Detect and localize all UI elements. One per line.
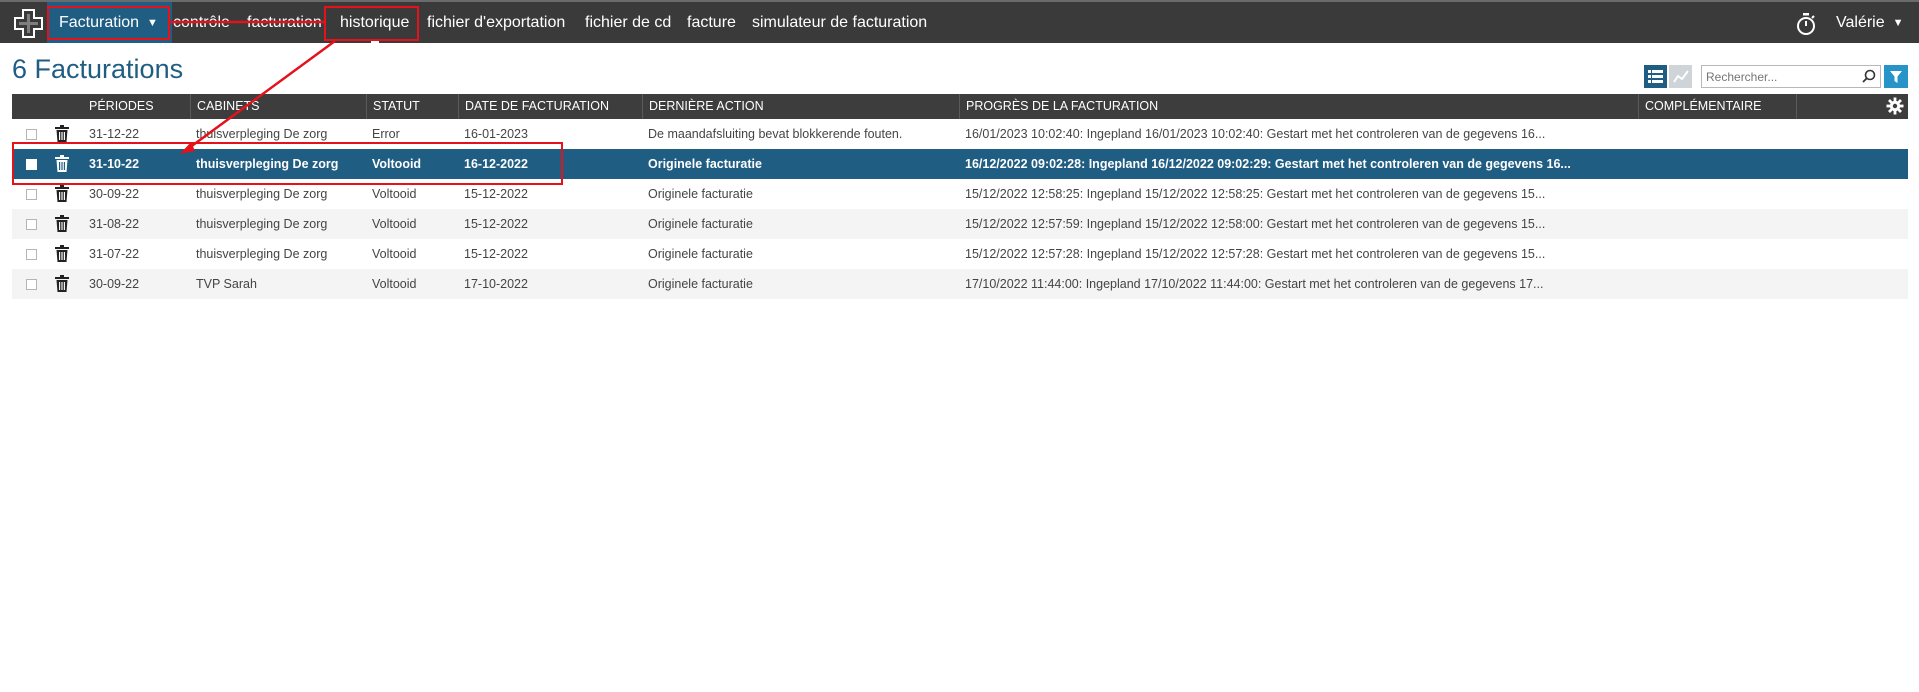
table-row[interactable]: 31-08-22 thuisverpleging De zorg Voltooi… bbox=[12, 209, 1908, 239]
line-chart-icon bbox=[1672, 70, 1689, 83]
filter-icon bbox=[1890, 70, 1902, 83]
annotation-box-selected-row bbox=[12, 142, 563, 185]
column-header-derniere-action[interactable]: DERNIÈRE ACTION bbox=[642, 94, 764, 119]
billing-history-table: PÉRIODES CABINETS STATUT DATE DE FACTURA… bbox=[12, 94, 1908, 299]
row-checkbox[interactable] bbox=[26, 189, 37, 200]
row-checkbox[interactable] bbox=[26, 129, 37, 140]
trash-icon[interactable] bbox=[55, 275, 69, 292]
list-grid-icon bbox=[1648, 70, 1663, 83]
cell-action: Originele facturatie bbox=[648, 187, 753, 201]
annotation-box-facturation bbox=[47, 6, 170, 40]
cell-progres: 16/12/2022 09:02:28: Ingepland 16/12/202… bbox=[965, 157, 1571, 171]
top-nav-bar: Facturation ▼ contrôle facturation histor… bbox=[0, 0, 1919, 45]
cell-action: De maandafsluiting bevat blokkerende fou… bbox=[648, 127, 903, 141]
trash-icon[interactable] bbox=[55, 245, 69, 262]
column-header-complementaire[interactable]: COMPLÉMENTAIRE bbox=[1638, 94, 1761, 119]
nav-fichier-cd[interactable]: fichier de cd bbox=[585, 2, 671, 43]
cell-periode: 31-08-22 bbox=[89, 217, 140, 231]
cell-cabinet: TVP Sarah bbox=[196, 277, 257, 291]
cell-progres: 15/12/2022 12:58:25: Ingepland 15/12/202… bbox=[965, 187, 1546, 201]
user-name: Valérie bbox=[1836, 14, 1885, 31]
gear-icon[interactable] bbox=[1886, 97, 1904, 115]
user-menu[interactable]: Valérie ▼ bbox=[1836, 2, 1904, 43]
nav-facturation[interactable]: facturation bbox=[247, 2, 322, 43]
cell-cabinet: thuisverpleging De zorg bbox=[196, 247, 328, 261]
nav-fichier-exportation[interactable]: fichier d'exportation bbox=[427, 2, 565, 43]
table-row[interactable]: 31-07-22 thuisverpleging De zorg Voltooi… bbox=[12, 239, 1908, 269]
stopwatch-icon[interactable] bbox=[1795, 12, 1817, 36]
search-input[interactable] bbox=[1702, 66, 1852, 87]
chart-view-button[interactable] bbox=[1669, 65, 1692, 88]
column-header-progres[interactable]: PROGRÈS DE LA FACTURATION bbox=[959, 94, 1158, 119]
table-header: PÉRIODES CABINETS STATUT DATE DE FACTURA… bbox=[12, 94, 1908, 119]
search-icon[interactable] bbox=[1862, 69, 1876, 83]
cell-progres: 17/10/2022 11:44:00: Ingepland 17/10/202… bbox=[965, 277, 1544, 291]
column-header-cabinets[interactable]: CABINETS bbox=[190, 94, 260, 119]
row-checkbox[interactable] bbox=[26, 279, 37, 290]
app-logo-icon[interactable] bbox=[13, 8, 44, 39]
cell-date: 17-10-2022 bbox=[464, 277, 528, 291]
cell-statut: Voltooid bbox=[372, 247, 417, 261]
column-header-statut[interactable]: STATUT bbox=[366, 94, 420, 119]
cell-statut: Voltooid bbox=[372, 217, 417, 231]
table-row[interactable]: 30-09-22 TVP Sarah Voltooid 17-10-2022 O… bbox=[12, 269, 1908, 299]
grid-view-button[interactable] bbox=[1644, 65, 1667, 88]
cell-periode: 31-07-22 bbox=[89, 247, 140, 261]
nav-controle[interactable]: contrôle bbox=[173, 2, 230, 43]
cell-action: Originele facturatie bbox=[648, 277, 753, 291]
cell-complementaire bbox=[1638, 149, 1644, 179]
cell-statut: Voltooid bbox=[372, 277, 417, 291]
trash-icon[interactable] bbox=[55, 125, 69, 142]
cell-periode: 30-09-22 bbox=[89, 277, 140, 291]
annotation-box-historique bbox=[324, 6, 419, 41]
trash-icon[interactable] bbox=[55, 185, 69, 202]
nav-facture[interactable]: facture bbox=[687, 2, 736, 43]
cell-complementaire bbox=[1638, 119, 1644, 149]
row-checkbox[interactable] bbox=[26, 249, 37, 260]
row-checkbox[interactable] bbox=[26, 219, 37, 230]
cell-complementaire bbox=[1638, 179, 1644, 209]
cell-complementaire bbox=[1638, 269, 1644, 299]
column-header-periodes[interactable]: PÉRIODES bbox=[83, 94, 154, 119]
cell-action: Originele facturatie bbox=[648, 247, 753, 261]
cell-progres: 15/12/2022 12:57:59: Ingepland 15/12/202… bbox=[965, 217, 1546, 231]
cell-action: Originele facturatie bbox=[648, 157, 762, 171]
cell-action: Originele facturatie bbox=[648, 217, 753, 231]
cell-complementaire bbox=[1638, 209, 1644, 239]
page-title: 6 Facturations bbox=[12, 54, 184, 84]
cell-cabinet: thuisverpleging De zorg bbox=[196, 217, 328, 231]
search-field[interactable] bbox=[1701, 65, 1881, 88]
cell-progres: 15/12/2022 12:57:28: Ingepland 15/12/202… bbox=[965, 247, 1546, 261]
column-header-date-facturation[interactable]: DATE DE FACTURATION bbox=[458, 94, 609, 119]
cell-progres: 16/01/2023 10:02:40: Ingepland 16/01/202… bbox=[965, 127, 1546, 141]
cell-date: 15-12-2022 bbox=[464, 217, 528, 231]
trash-icon[interactable] bbox=[55, 215, 69, 232]
chevron-down-icon: ▼ bbox=[1892, 17, 1904, 29]
cell-date: 15-12-2022 bbox=[464, 247, 528, 261]
filter-button[interactable] bbox=[1884, 65, 1908, 88]
nav-simulateur-facturation[interactable]: simulateur de facturation bbox=[752, 2, 927, 43]
cell-complementaire bbox=[1638, 239, 1644, 269]
